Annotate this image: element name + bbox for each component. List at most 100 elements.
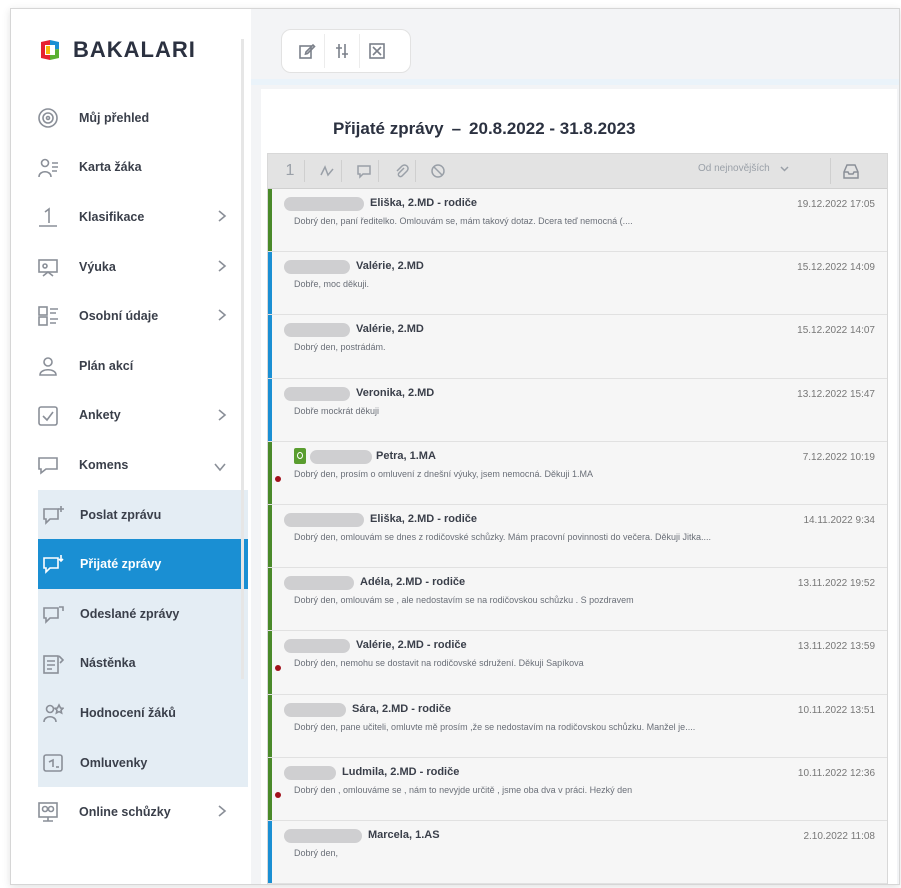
sidebar-item-omluvenky[interactable]: Omluvenky — [38, 737, 248, 788]
sidebar-item-label: Nástěnka — [80, 656, 136, 671]
sidebar-item-label: Hodnocení žáků — [80, 705, 176, 720]
message-date: 13.11.2022 19:52 — [797, 578, 875, 590]
message-status-bar — [268, 631, 272, 694]
message-preview: Dobrý den, — [294, 847, 339, 858]
block-icon — [431, 164, 445, 178]
grade-icon — [37, 206, 59, 228]
message-row[interactable]: Marcela, 1.AS 2.10.2022 11:08 Dobrý den, — [268, 820, 887, 884]
sort-select[interactable]: Od nejnovějších — [698, 163, 789, 174]
chevron-right-icon — [217, 259, 227, 273]
message-row[interactable]: Veronika, 2.MD 13.12.2022 15:47 Dobře mock… — [268, 378, 887, 442]
sidebar-item-hodnoceni-zaku[interactable]: Hodnocení žáků — [38, 688, 248, 738]
chevron-right-icon — [217, 408, 227, 422]
message-date: 13.12.2022 15:47 — [797, 388, 875, 400]
unread-dot-icon — [275, 665, 281, 672]
filter-button[interactable] — [325, 34, 360, 68]
brand-name: BAKALARI — [73, 37, 196, 62]
sender-name-redacted — [310, 449, 372, 464]
unread-dot-icon — [275, 475, 281, 482]
message-row[interactable]: Eliška, 2.MD - rodiče 14.11.2022 9:34 Dobr… — [268, 504, 887, 569]
excuses-icon — [42, 752, 64, 774]
chevron-down-icon — [213, 459, 227, 472]
sidebar-item-online-schuzky[interactable]: Online schůzky — [11, 787, 248, 837]
sidebar-item-label: Klasifikace — [79, 209, 145, 224]
message-status-bar — [268, 315, 272, 378]
message-row[interactable]: Valérie, 2.MD - rodiče 13.11.2022 13:59 Do… — [268, 631, 887, 695]
sidebar-scrollbar[interactable] — [241, 39, 244, 679]
attachment-badge-icon — [294, 447, 306, 464]
sidebar-item-label: Ankety — [79, 408, 121, 423]
message-sender: Eliška, 2.MD - rodiče — [370, 512, 477, 525]
sender-name-redacted — [284, 323, 350, 338]
message-preview: Dobře mockrát děkuji — [294, 405, 380, 416]
message-date: 14.11.2022 9:34 — [803, 514, 875, 526]
sidebar-item-karta-zaka[interactable]: Karta žáka — [11, 143, 248, 193]
message-date: 13.11.2022 13:59 — [797, 641, 875, 653]
sidebar-item-komens[interactable]: Komens — [11, 440, 248, 490]
inbox-icon — [843, 164, 859, 179]
message-status-bar — [268, 757, 272, 820]
sidebar-item-poslat-zpravu[interactable]: Poslat zprávu — [38, 489, 248, 540]
sidebar-item-klasifikace[interactable]: Klasifikace — [11, 192, 248, 242]
message-preview: Dobrý den, pane učiteli, omluvte mě pros… — [294, 721, 696, 732]
content-strip — [251, 79, 899, 85]
message-rows: Eliška, 2.MD - rodiče 19.12.2022 17:05 Dob… — [268, 189, 887, 884]
sidebar-item-plan-akci[interactable]: Plán akcí — [11, 341, 248, 391]
message-row[interactable]: Adéla, 2.MD - rodiče 13.11.2022 19:52 Dobr… — [268, 568, 887, 632]
message-date: 10.11.2022 13:51 — [797, 704, 875, 716]
message-date: 15.12.2022 14:09 — [797, 262, 875, 274]
attachment-filter-button[interactable] — [387, 160, 416, 182]
survey-icon — [37, 405, 59, 427]
noticeboard-icon — [42, 653, 65, 675]
sender-name-redacted — [284, 828, 362, 843]
sidebar-item-vyuka[interactable]: Výuka — [11, 242, 248, 292]
sidebar-item-label: Karta žáka — [79, 160, 142, 175]
message-preview: Dobrý den, paní ředitelko. Omlouvám se, … — [294, 216, 633, 226]
sidebar-fade — [11, 864, 248, 884]
dashboard-icon — [37, 107, 59, 129]
sidebar: BAKALARI Můj přehled Karta žáka Klasifik… — [11, 9, 248, 884]
unread-dot-icon — [275, 791, 281, 798]
sidebar-item-ankety[interactable]: Ankety — [11, 391, 248, 441]
sender-name-redacted — [284, 197, 364, 211]
sent-messages-icon — [42, 603, 64, 625]
message-status-bar — [268, 820, 272, 884]
sidebar-item-osobni-udaje[interactable]: Osobní údaje — [11, 291, 248, 341]
sidebar-item-label: Můj přehled — [79, 110, 150, 125]
message-row[interactable]: Sára, 2.MD - rodiče 10.11.2022 13:51 Dobrý… — [268, 694, 887, 758]
message-list: 1 Od nejnovějších Eliška, 2.MD - rodiče 1… — [267, 153, 888, 884]
message-preview: Dobrý den , omlouváme se , nám to nevyjd… — [294, 784, 633, 795]
title-separator: – — [451, 119, 462, 138]
sidebar-item-muj-prehled[interactable]: Můj přehled — [11, 93, 248, 143]
chevron-down-icon — [780, 166, 789, 172]
message-status-bar — [268, 568, 272, 631]
message-date: 15.12.2022 14:07 — [797, 325, 875, 337]
sidebar-item-nastenka[interactable]: Nástěnka — [38, 638, 248, 689]
sidebar-item-prijate-zpravy[interactable]: Přijaté zprávy — [38, 539, 248, 589]
grade-filter-button[interactable]: 1 — [276, 160, 305, 182]
sender-name-redacted — [284, 639, 350, 654]
message-preview: Dobrý den, postrádám. — [294, 342, 386, 353]
close-button[interactable] — [360, 34, 394, 68]
sidebar-item-label: Komens — [79, 457, 129, 472]
event-plan-icon — [37, 355, 59, 377]
message-row[interactable]: Ludmila, 2.MD - rodiče 10.11.2022 12:36 Do… — [268, 757, 887, 821]
signature-filter-button[interactable] — [313, 160, 342, 182]
inbox-button[interactable] — [830, 158, 871, 184]
message-row[interactable]: Eliška, 2.MD - rodiče 19.12.2022 17:05 Dob… — [268, 189, 887, 253]
main-area: Přijaté zprávy –20.8.2022 - 31.8.2023 1 O… — [251, 9, 899, 884]
message-row[interactable]: Valérie, 2.MD 15.12.2022 14:07 Dobrý den, … — [268, 315, 887, 379]
edit-button[interactable] — [290, 34, 325, 68]
message-status-bar — [268, 441, 272, 504]
online-meeting-icon — [37, 801, 59, 823]
message-status-bar — [268, 378, 272, 441]
message-row[interactable]: Petra, 1.MA 7.12.2022 10:19 Dobrý den, pro… — [268, 441, 887, 505]
message-row[interactable]: Valérie, 2.MD 15.12.2022 14:09 Dobře, moc … — [268, 252, 887, 316]
logo[interactable]: BAKALARI — [39, 35, 196, 65]
sidebar-item-odeslane-zpravy[interactable]: Odeslané zprávy — [38, 588, 248, 639]
sidebar-item-label: Poslat zprávu — [80, 507, 162, 522]
sender-name-redacted — [284, 386, 350, 401]
block-filter-button[interactable] — [424, 160, 452, 182]
chevron-right-icon — [217, 209, 227, 223]
comment-filter-button[interactable] — [350, 160, 379, 182]
